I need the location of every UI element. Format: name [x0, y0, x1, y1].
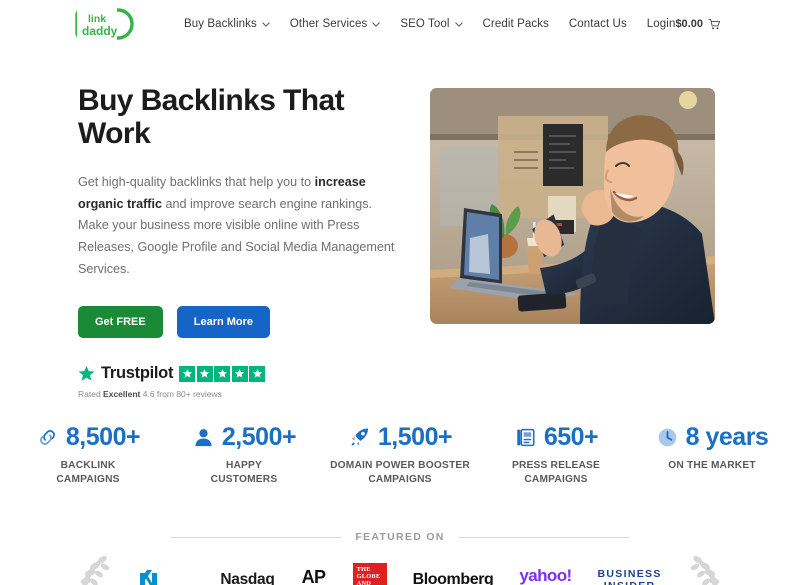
nav-item-label: Credit Packs — [482, 18, 549, 30]
stat-backlink-campaigns: 8,500+ BACKLINK CAMPAIGNS — [10, 423, 166, 487]
stat-value: 8,500+ — [65, 423, 141, 452]
stat-value: 1,500+ — [377, 423, 453, 452]
rating-word: Excellent — [103, 389, 141, 400]
hero-paragraph-part1: Get high-quality backlinks that help you… — [78, 175, 315, 189]
star-filled-icon — [179, 365, 196, 382]
cart-total: $0.00 — [675, 18, 703, 30]
nav-item-label: Buy Backlinks — [184, 18, 257, 30]
trustpilot-widget[interactable]: Trustpilot Rated Excellent 4.6 from 80+ … — [78, 364, 398, 399]
link-chain-icon — [40, 430, 55, 446]
featured-on-label: FEATURED ON — [355, 531, 445, 544]
stat-value-row: 1,500+ — [322, 423, 478, 452]
business-insider-line1: BUSINESS — [597, 568, 662, 581]
stat-value: 2,500+ — [221, 423, 297, 452]
nav-item-buy-backlinks[interactable]: Buy Backlinks — [184, 18, 270, 30]
stat-label: HAPPY CUSTOMERS — [210, 460, 278, 486]
stat-value-row: 8 years — [634, 423, 790, 452]
yahoo-wordmark: yahoo! — [519, 566, 572, 585]
nav-item-label: Login — [646, 18, 676, 30]
star-filled-icon — [249, 365, 266, 382]
press-logo-strip: Nasdaq AP THE GLOBE AND MAIL Bloomberg y… — [0, 551, 800, 585]
rating-prefix: Rated — [78, 389, 104, 400]
shopping-cart-icon[interactable] — [708, 18, 721, 31]
svg-text:daddy: daddy — [82, 24, 118, 38]
nav-item-contact-us[interactable]: Contact Us — [569, 18, 627, 30]
press-logo-nasdaq[interactable]: Nasdaq — [138, 567, 275, 585]
nav-item-label: Other Services — [289, 18, 368, 30]
globe-and-mail-wordmark: THE GLOBE AND MAIL — [352, 562, 387, 585]
nav-item-login[interactable]: Login — [647, 18, 676, 30]
trustpilot-stars — [179, 365, 266, 382]
star-filled-icon — [231, 365, 248, 382]
hero-photo — [430, 88, 715, 324]
press-logo-ap[interactable]: AP — [301, 568, 327, 585]
stat-label: DOMAIN POWER BOOSTER CAMPAIGNS — [330, 460, 470, 486]
press-logos: Nasdaq AP THE GLOBE AND MAIL Bloomberg y… — [138, 562, 662, 585]
chevron-down-icon — [454, 21, 463, 27]
laurel-right-icon — [690, 555, 719, 585]
press-logo-globe-and-mail[interactable]: THE GLOBE AND MAIL — [352, 562, 387, 585]
chevron-down-icon — [262, 21, 270, 27]
stat-value: 8 years — [685, 423, 769, 452]
nav-item-label: Contact Us — [568, 18, 627, 30]
featured-on-header: FEATURED ON — [0, 531, 800, 543]
nasdaq-wordmark: Nasdaq — [220, 571, 275, 585]
press-logo-yahoo-finance[interactable]: yahoo! finance — [519, 566, 572, 585]
page-title: Buy Backlinks That Work — [78, 84, 345, 150]
linkdaddy-logo[interactable]: link daddy — [74, 7, 136, 41]
bloomberg-wordmark: Bloomberg — [412, 571, 494, 585]
get-free-button[interactable]: Get FREE — [78, 306, 163, 339]
divider-left — [171, 536, 342, 538]
navbar: link daddy Buy Backlinks Other Services … — [0, 0, 800, 48]
nav-item-credit-packs[interactable]: Credit Packs — [483, 18, 549, 30]
stats-row: 8,500+ BACKLINK CAMPAIGNS 2,500+ HAPPY CUS… — [0, 399, 800, 487]
stat-value-row: 8,500+ — [10, 423, 166, 452]
stat-label: PRESS RELEASE CAMPAIGNS — [511, 460, 601, 486]
user-icon — [195, 429, 212, 447]
stat-value: 650+ — [543, 423, 599, 452]
rating-suffix: 4.6 from 80+ reviews — [140, 389, 222, 400]
stat-press-release-campaigns: 650+ PRESS RELEASE CAMPAIGNS — [478, 423, 634, 487]
rocket-icon — [351, 428, 369, 447]
press-logo-bloomberg[interactable]: Bloomberg — [413, 571, 494, 585]
nav-links: Buy Backlinks Other Services SEO Tool Cr… — [184, 18, 675, 30]
trustpilot-header: Trustpilot — [78, 364, 398, 383]
laurel-left-icon — [81, 555, 110, 585]
hero-section: Buy Backlinks That Work Get high-quality… — [0, 48, 800, 399]
divider-right — [458, 536, 629, 538]
hero-image-column — [430, 84, 726, 399]
stat-on-the-market: 8 years ON THE MARKET — [634, 423, 790, 487]
hero-text-column: Buy Backlinks That Work Get high-quality… — [78, 84, 398, 399]
nav-item-label: SEO Tool — [400, 18, 450, 30]
stat-value-row: 650+ — [478, 423, 634, 452]
stat-label: BACKLINK CAMPAIGNS — [56, 460, 120, 486]
nav-item-other-services[interactable]: Other Services — [289, 18, 381, 30]
stat-domain-power-booster: 1,500+ DOMAIN POWER BOOSTER CAMPAIGNS — [322, 423, 478, 487]
nasdaq-logo-icon — [140, 570, 158, 585]
clock-icon — [658, 428, 676, 447]
ap-wordmark: AP — [301, 567, 326, 585]
stat-label: ON THE MARKET — [668, 460, 756, 472]
hero-paragraph: Get high-quality backlinks that help you… — [78, 172, 398, 280]
trustpilot-rating-text: Rated Excellent 4.6 from 80+ reviews — [78, 389, 398, 399]
star-filled-icon — [196, 365, 213, 382]
stat-value-row: 2,500+ — [166, 423, 322, 452]
learn-more-button[interactable]: Learn More — [176, 306, 271, 339]
nav-item-seo-tool[interactable]: SEO Tool — [400, 18, 463, 30]
cart-widget[interactable]: $0.00 — [675, 18, 800, 31]
press-logo-business-insider[interactable]: BUSINESS INSIDER — [598, 568, 662, 585]
trustpilot-name: Trustpilot — [101, 364, 174, 383]
star-filled-icon — [214, 365, 231, 382]
hero-button-row: Get FREE Learn More — [78, 306, 398, 339]
business-insider-line2: INSIDER — [604, 580, 656, 585]
newspaper-icon — [517, 429, 535, 447]
trustpilot-star-icon — [78, 366, 95, 381]
stat-happy-customers: 2,500+ HAPPY CUSTOMERS — [166, 423, 322, 487]
chevron-down-icon — [372, 21, 381, 27]
